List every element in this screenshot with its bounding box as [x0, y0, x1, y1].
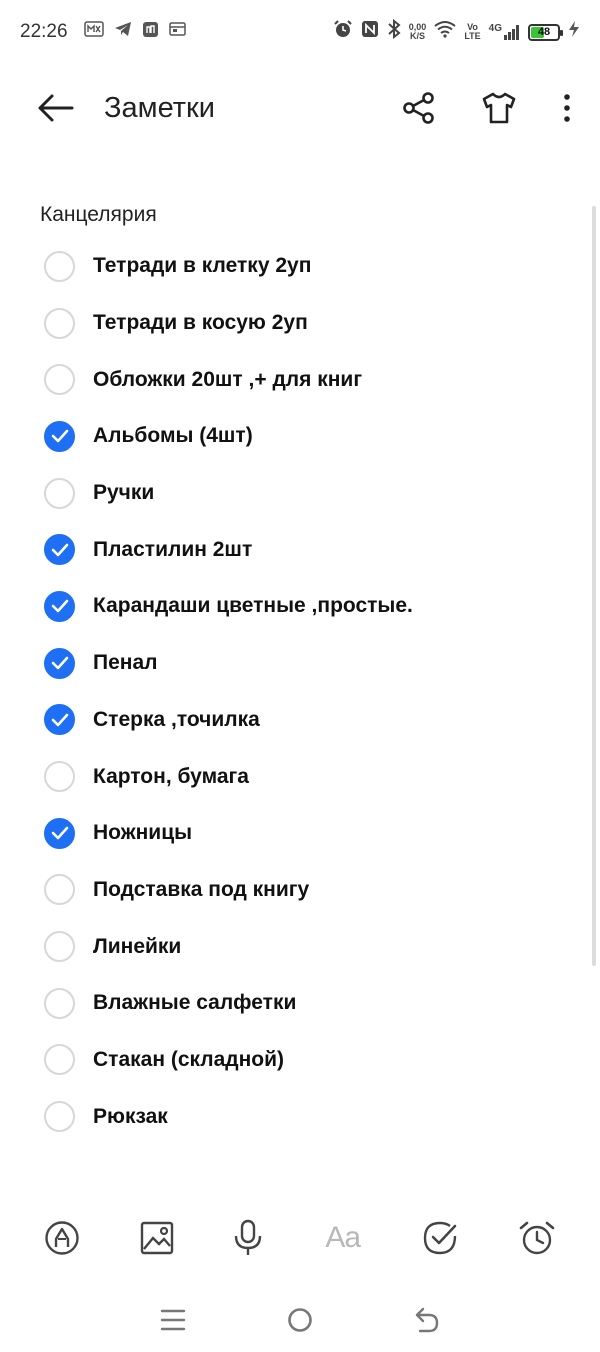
checkbox-unchecked[interactable]	[44, 1101, 75, 1133]
checkmark-icon	[51, 600, 68, 613]
checkmark-icon	[51, 656, 68, 670]
list-item[interactable]: Пенал	[0, 635, 600, 692]
checkbox-unchecked[interactable]	[44, 1044, 75, 1076]
battery-level: 48	[537, 26, 551, 38]
charging-icon	[568, 20, 580, 44]
checkbox-checked[interactable]	[44, 817, 75, 849]
checkbox-checked[interactable]	[44, 590, 75, 622]
list-item[interactable]: Тетради в клетку 2уп	[0, 238, 600, 295]
battery-indicator: 48	[528, 23, 563, 41]
checkbox-checked[interactable]	[44, 704, 75, 736]
list-item[interactable]: Ножницы	[0, 805, 600, 862]
list-item[interactable]: Пластилин 2шт	[0, 521, 600, 578]
checklist-icon[interactable]	[422, 1220, 458, 1256]
list-item[interactable]: Влажные салфетки	[0, 975, 600, 1032]
microphone-icon[interactable]	[233, 1219, 263, 1257]
checkmark-icon	[51, 826, 68, 840]
header-actions	[402, 91, 572, 125]
list-item-label: Тетради в клетку 2уп	[93, 254, 312, 278]
scrollbar[interactable]	[592, 206, 596, 966]
nfc-icon	[361, 20, 379, 44]
checkbox-checked[interactable]	[44, 534, 75, 566]
pen-icon[interactable]	[44, 1220, 80, 1256]
list-item-label: Карандаши цветные ,простые.	[93, 594, 413, 618]
checkmark-icon	[51, 713, 68, 727]
list-item-label: Линейки	[93, 934, 182, 958]
list-item[interactable]: Стакан (складной)	[0, 1032, 600, 1089]
checkbox-checked[interactable]	[44, 647, 75, 679]
checkbox-unchecked[interactable]	[44, 874, 75, 906]
list-item-label: Пенал	[93, 651, 158, 675]
arrow-left-icon[interactable]	[36, 93, 74, 123]
signal-indicator: 4G	[489, 24, 520, 40]
volte-indicator: Vo LTE	[464, 23, 480, 41]
wifi-icon	[434, 20, 456, 44]
home-icon[interactable]	[286, 1306, 314, 1334]
calendar-icon	[168, 21, 186, 43]
list-item[interactable]: Тетради в косую 2уп	[0, 295, 600, 352]
tshirt-icon[interactable]	[482, 92, 516, 124]
menu-icon[interactable]	[160, 1308, 186, 1332]
app-badge-icon	[142, 21, 159, 44]
section-label: Канцелярия	[40, 203, 157, 226]
list-item-label: Альбомы (4шт)	[93, 424, 253, 448]
checkmark-icon	[51, 543, 68, 557]
checkbox-unchecked[interactable]	[44, 761, 75, 793]
list-item[interactable]: Стерка ,точилка	[0, 692, 600, 749]
list-item-label: Стакан (складной)	[93, 1047, 285, 1071]
text-format-icon[interactable]: Aa	[323, 1221, 363, 1255]
note-content[interactable]: Канцелярия Тетради в клетку 2уп Тетради в…	[0, 136, 600, 1188]
list-item-label: Обложки 20шт ,+ для книг	[93, 367, 363, 391]
checklist: Тетради в клетку 2уп Тетради в косую 2уп О…	[0, 238, 600, 1145]
checkbox-checked[interactable]	[44, 420, 75, 452]
checkbox-unchecked[interactable]	[44, 250, 75, 282]
list-item-label: Тетради в косую 2уп	[93, 311, 308, 335]
volte-bottom: LTE	[464, 31, 481, 41]
list-item-label: Пластилин 2шт	[93, 537, 253, 561]
telegram-icon	[114, 21, 132, 43]
checkbox-unchecked[interactable]	[44, 477, 75, 509]
checkbox-unchecked[interactable]	[44, 307, 75, 339]
checkmark-icon	[51, 430, 68, 443]
status-bar: 22:26 0,00 K/S Vo LTE 4G 48	[0, 0, 600, 64]
list-item-label: Подставка под книгу	[93, 877, 310, 901]
image-icon[interactable]	[140, 1221, 174, 1255]
page-title: Заметки	[104, 91, 215, 124]
list-item[interactable]: Линейки	[0, 918, 600, 975]
list-item[interactable]: Картон, бумага	[0, 748, 600, 805]
list-item-label: Рюкзак	[93, 1104, 168, 1128]
list-item[interactable]: Альбомы (4шт)	[0, 408, 600, 465]
network-type: 4G	[488, 23, 502, 34]
status-time: 22:26	[20, 21, 68, 42]
bluetooth-icon	[387, 18, 401, 45]
alarm-icon[interactable]	[518, 1220, 556, 1256]
system-navigation-bar	[0, 1292, 600, 1348]
app-header: Заметки	[0, 72, 600, 144]
list-item[interactable]: Ручки	[0, 465, 600, 522]
list-item[interactable]: Обложки 20шт ,+ для книг	[0, 351, 600, 408]
speed-unit: K/S	[410, 31, 426, 41]
signal-icon	[504, 25, 519, 40]
list-item-label: Влажные салфетки	[93, 991, 297, 1015]
checkbox-unchecked[interactable]	[44, 364, 75, 396]
share-icon[interactable]	[402, 91, 436, 125]
list-item-label: Ножницы	[93, 821, 193, 845]
app-notification-icon	[83, 21, 104, 43]
list-item-label: Картон, бумага	[93, 764, 249, 788]
checkbox-unchecked[interactable]	[44, 931, 75, 963]
list-item[interactable]: Рюкзак	[0, 1088, 600, 1145]
list-item[interactable]: Подставка под книгу	[0, 862, 600, 919]
list-item[interactable]: Карандаши цветные ,простые.	[0, 578, 600, 635]
checkbox-unchecked[interactable]	[44, 987, 75, 1019]
back-icon[interactable]	[414, 1307, 440, 1333]
list-item-label: Стерка ,точилка	[93, 707, 260, 731]
more-vertical-icon[interactable]	[562, 93, 572, 123]
alarm-status-icon	[333, 19, 353, 45]
list-item-label: Ручки	[93, 481, 155, 505]
editor-toolbar: Aa	[0, 1208, 600, 1268]
network-speed: 0,00 K/S	[409, 23, 427, 41]
